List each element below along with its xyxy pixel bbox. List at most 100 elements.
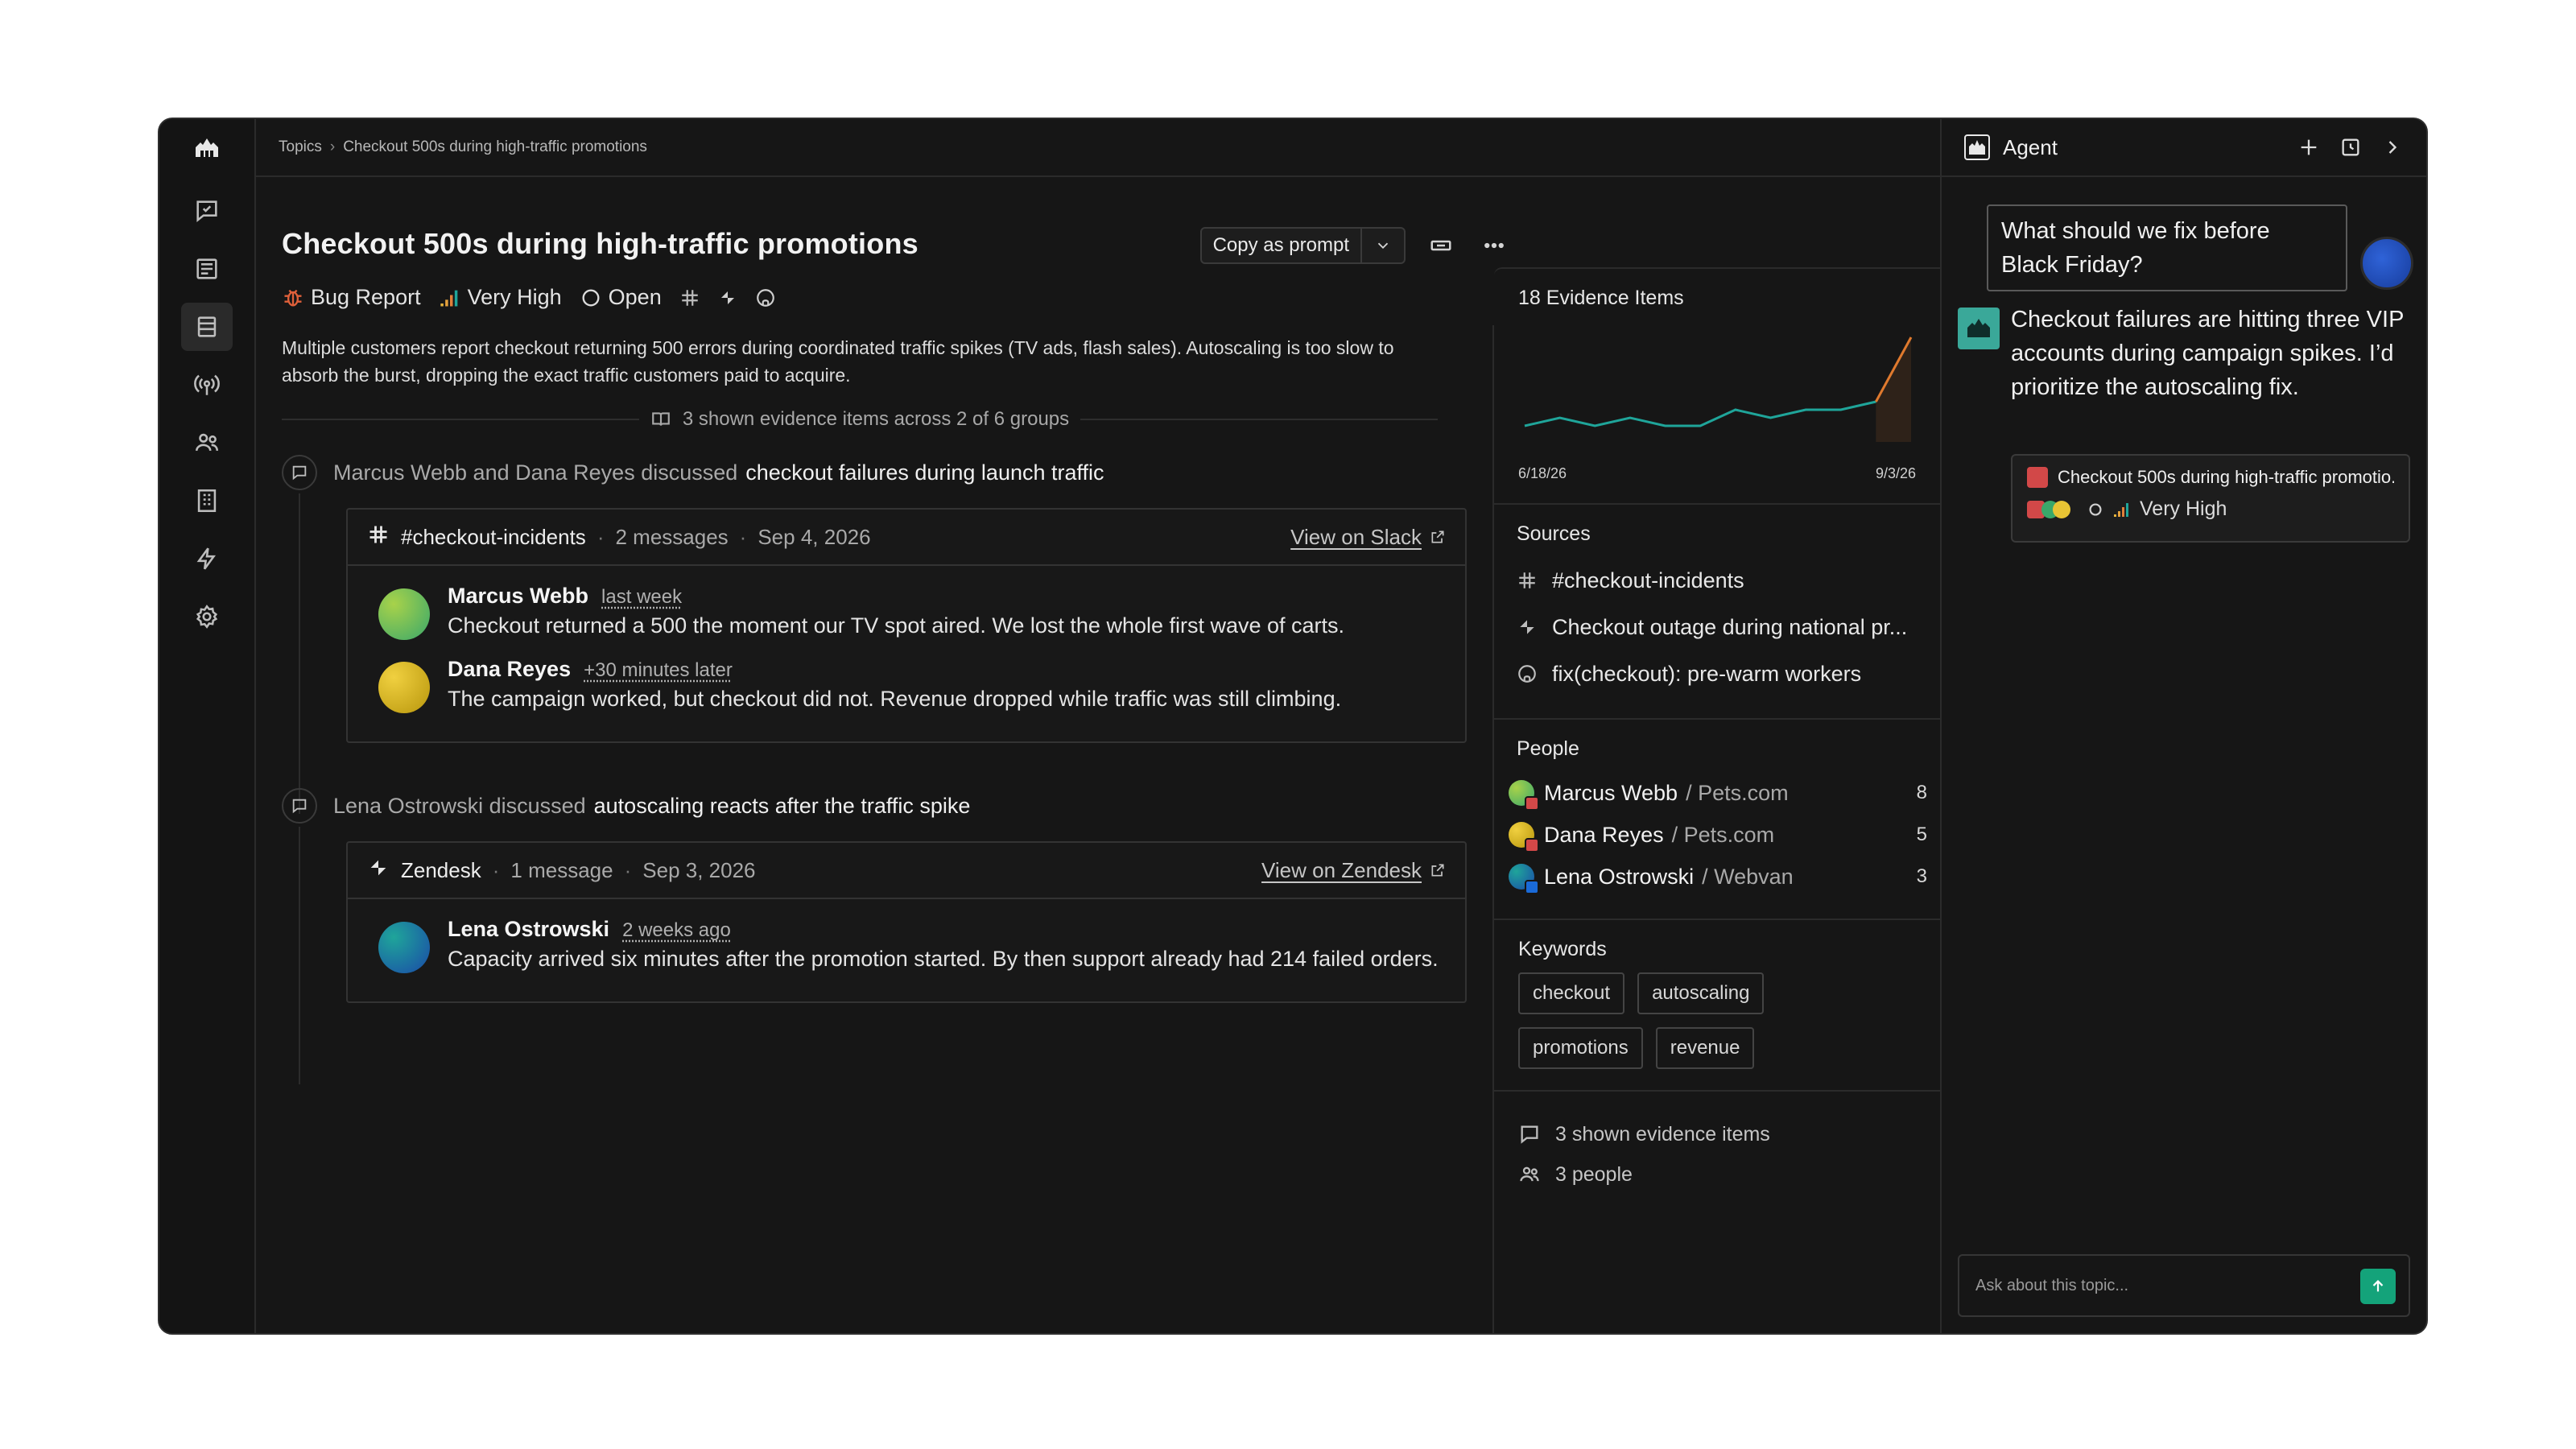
topics-icon[interactable]	[181, 303, 233, 351]
external-link-icon	[1431, 530, 1444, 543]
person-item[interactable]: Lena Ostrowski / Webvan 3	[1509, 856, 1927, 898]
priority-bars-icon	[2114, 502, 2128, 517]
view-on-slack-link[interactable]: View on Slack	[1290, 525, 1446, 550]
keywords-title: Keywords	[1518, 938, 1607, 960]
chevron-down-icon[interactable]	[1362, 229, 1404, 262]
evidence-chart-section: 18 Evidence Items 6/18/26 9/3/26	[1494, 267, 1940, 505]
avatar	[1509, 822, 1539, 852]
organizations-icon[interactable]	[181, 477, 233, 525]
people-title: People	[1517, 737, 1579, 760]
message-count: 2 messages	[615, 524, 729, 549]
page-title: Checkout 500s during high-traffic promot…	[282, 227, 919, 260]
external-link-icon	[1431, 864, 1444, 877]
topic-content: Checkout 500s during high-traffic promot…	[256, 177, 1504, 1333]
keyword-chip[interactable]: autoscaling	[1637, 972, 1765, 1014]
person-item[interactable]: Dana Reyes / Pets.com 5	[1509, 814, 1927, 856]
evidence-group: Marcus Webb and Dana Reyes discussed chec…	[282, 450, 1492, 814]
bug-icon	[2027, 467, 2048, 488]
author-name[interactable]: Marcus Webb	[448, 584, 588, 609]
evidence-count-title: 18 Evidence Items	[1518, 287, 1684, 309]
channel-name: Zendesk	[401, 857, 481, 882]
message-time[interactable]: last week	[601, 586, 682, 609]
zendesk-icon	[720, 291, 734, 304]
summary-footer: 3 shown evidence items 3 people	[1494, 1092, 1940, 1216]
breadcrumb-topics-link[interactable]: Topics	[279, 138, 322, 156]
group-lead: Lena Ostrowski discussed	[333, 793, 586, 818]
topic-reference-card[interactable]: Checkout 500s during high-traffic promot…	[2011, 454, 2410, 543]
message-count: 1 message	[510, 857, 613, 882]
evidence-chart: 6/18/26 9/3/26	[1518, 321, 1916, 482]
source-item[interactable]: fix(checkout): pre-warm workers	[1517, 650, 1916, 697]
send-arrow-icon[interactable]	[2360, 1269, 2396, 1304]
slack-icon	[681, 289, 698, 306]
message-time[interactable]: 2 weeks ago	[622, 919, 731, 942]
source-item[interactable]: Checkout outage during national pr...	[1517, 604, 1916, 650]
author-name[interactable]: Lena Ostrowski	[448, 917, 609, 942]
avatar	[378, 588, 430, 640]
agent-title: Agent	[2003, 134, 2058, 159]
avatar	[378, 922, 430, 973]
source-item[interactable]: #checkout-incidents	[1517, 557, 1916, 604]
agent-logo-icon	[1964, 134, 1990, 160]
slack-icon	[367, 523, 390, 551]
left-rail	[159, 119, 256, 1333]
evidence-summary: 3 shown evidence items across 2 of 6 gro…	[282, 408, 1439, 431]
person-name: Lena Ostrowski	[1544, 864, 1695, 889]
github-icon	[756, 288, 774, 307]
group-lead: Marcus Webb and Dana Reyes discussed	[333, 460, 738, 485]
inbox-icon[interactable]	[181, 187, 233, 235]
people-icon[interactable]	[181, 419, 233, 467]
user-avatar	[2360, 237, 2413, 290]
chart-end-date: 9/3/26	[1875, 465, 1916, 481]
keyword-chip[interactable]: revenue	[1655, 1027, 1755, 1069]
more-options-icon[interactable]	[1476, 228, 1512, 263]
chevron-right-icon[interactable]	[2381, 136, 2404, 159]
plus-icon[interactable]	[2297, 136, 2320, 159]
person-name: Dana Reyes	[1544, 822, 1664, 847]
person-org: / Pets.com	[1686, 780, 1789, 805]
keyword-chip[interactable]: checkout	[1518, 972, 1625, 1014]
agent-input[interactable]: Ask about this topic...	[1958, 1254, 2410, 1317]
card-title: Checkout 500s during high-traffic promot…	[2058, 467, 2394, 487]
message-text: Checkout returned a 500 the moment our T…	[448, 613, 1345, 638]
main-area: Topics › Checkout 500s during high-traff…	[256, 119, 1940, 1333]
people-section: People Marcus Webb / Pets.com 8 Dana Rey…	[1494, 720, 1940, 920]
source-label: fix(checkout): pre-warm workers	[1552, 661, 1862, 686]
link-icon[interactable]	[1423, 228, 1459, 263]
thread-date: Sep 3, 2026	[642, 857, 756, 882]
sources-section: Sources #checkout-incidents Checkout out…	[1494, 505, 1940, 720]
thread-date: Sep 4, 2026	[758, 524, 871, 549]
avatar	[378, 662, 430, 713]
person-org: / Webvan	[1702, 864, 1794, 889]
person-item[interactable]: Marcus Webb / Pets.com 8	[1509, 772, 1927, 814]
sources-title: Sources	[1517, 522, 1591, 545]
agent-panel: Agent What should we fix before Black Fr…	[1940, 119, 2426, 1333]
copy-as-prompt-label[interactable]: Copy as prompt	[1202, 229, 1362, 262]
group-topic[interactable]: checkout failures during launch traffic	[745, 460, 1104, 485]
history-icon[interactable]	[2339, 136, 2362, 159]
zendesk-icon	[1520, 620, 1534, 634]
app-logo-icon[interactable]	[193, 119, 221, 177]
agent-avatar-icon	[1958, 308, 2000, 349]
message: Dana Reyes +30 minutes later The campaign…	[378, 657, 1446, 714]
source-label: #checkout-incidents	[1552, 568, 1744, 592]
group-topic[interactable]: autoscaling reacts after the traffic spi…	[594, 794, 971, 819]
agent-input-placeholder[interactable]: Ask about this topic...	[1975, 1277, 2128, 1295]
settings-gear-icon[interactable]	[181, 592, 233, 641]
footer-items-count: 3 shown evidence items	[1555, 1122, 1770, 1146]
person-count: 5	[1916, 824, 1927, 845]
automations-icon[interactable]	[181, 535, 233, 583]
evidence-sparkline	[1524, 336, 1913, 442]
card-priority: Very High	[2140, 497, 2227, 520]
thread-card: #checkout-incidents · 2 messages · Sep 4…	[346, 508, 1467, 743]
view-on-zendesk-link[interactable]: View on Zendesk	[1261, 858, 1446, 883]
author-name[interactable]: Dana Reyes	[448, 657, 571, 682]
signals-icon[interactable]	[181, 361, 233, 409]
copy-as-prompt-button[interactable]: Copy as prompt	[1199, 227, 1406, 264]
message-time[interactable]: +30 minutes later	[584, 659, 733, 682]
feed-icon[interactable]	[181, 245, 233, 293]
keyword-chip[interactable]: promotions	[1518, 1027, 1643, 1069]
channel-name: #checkout-incidents	[401, 524, 586, 549]
person-name: Marcus Webb	[1544, 780, 1678, 805]
evidence-summary-text: 3 shown evidence items across 2 of 6 gro…	[682, 408, 1070, 430]
